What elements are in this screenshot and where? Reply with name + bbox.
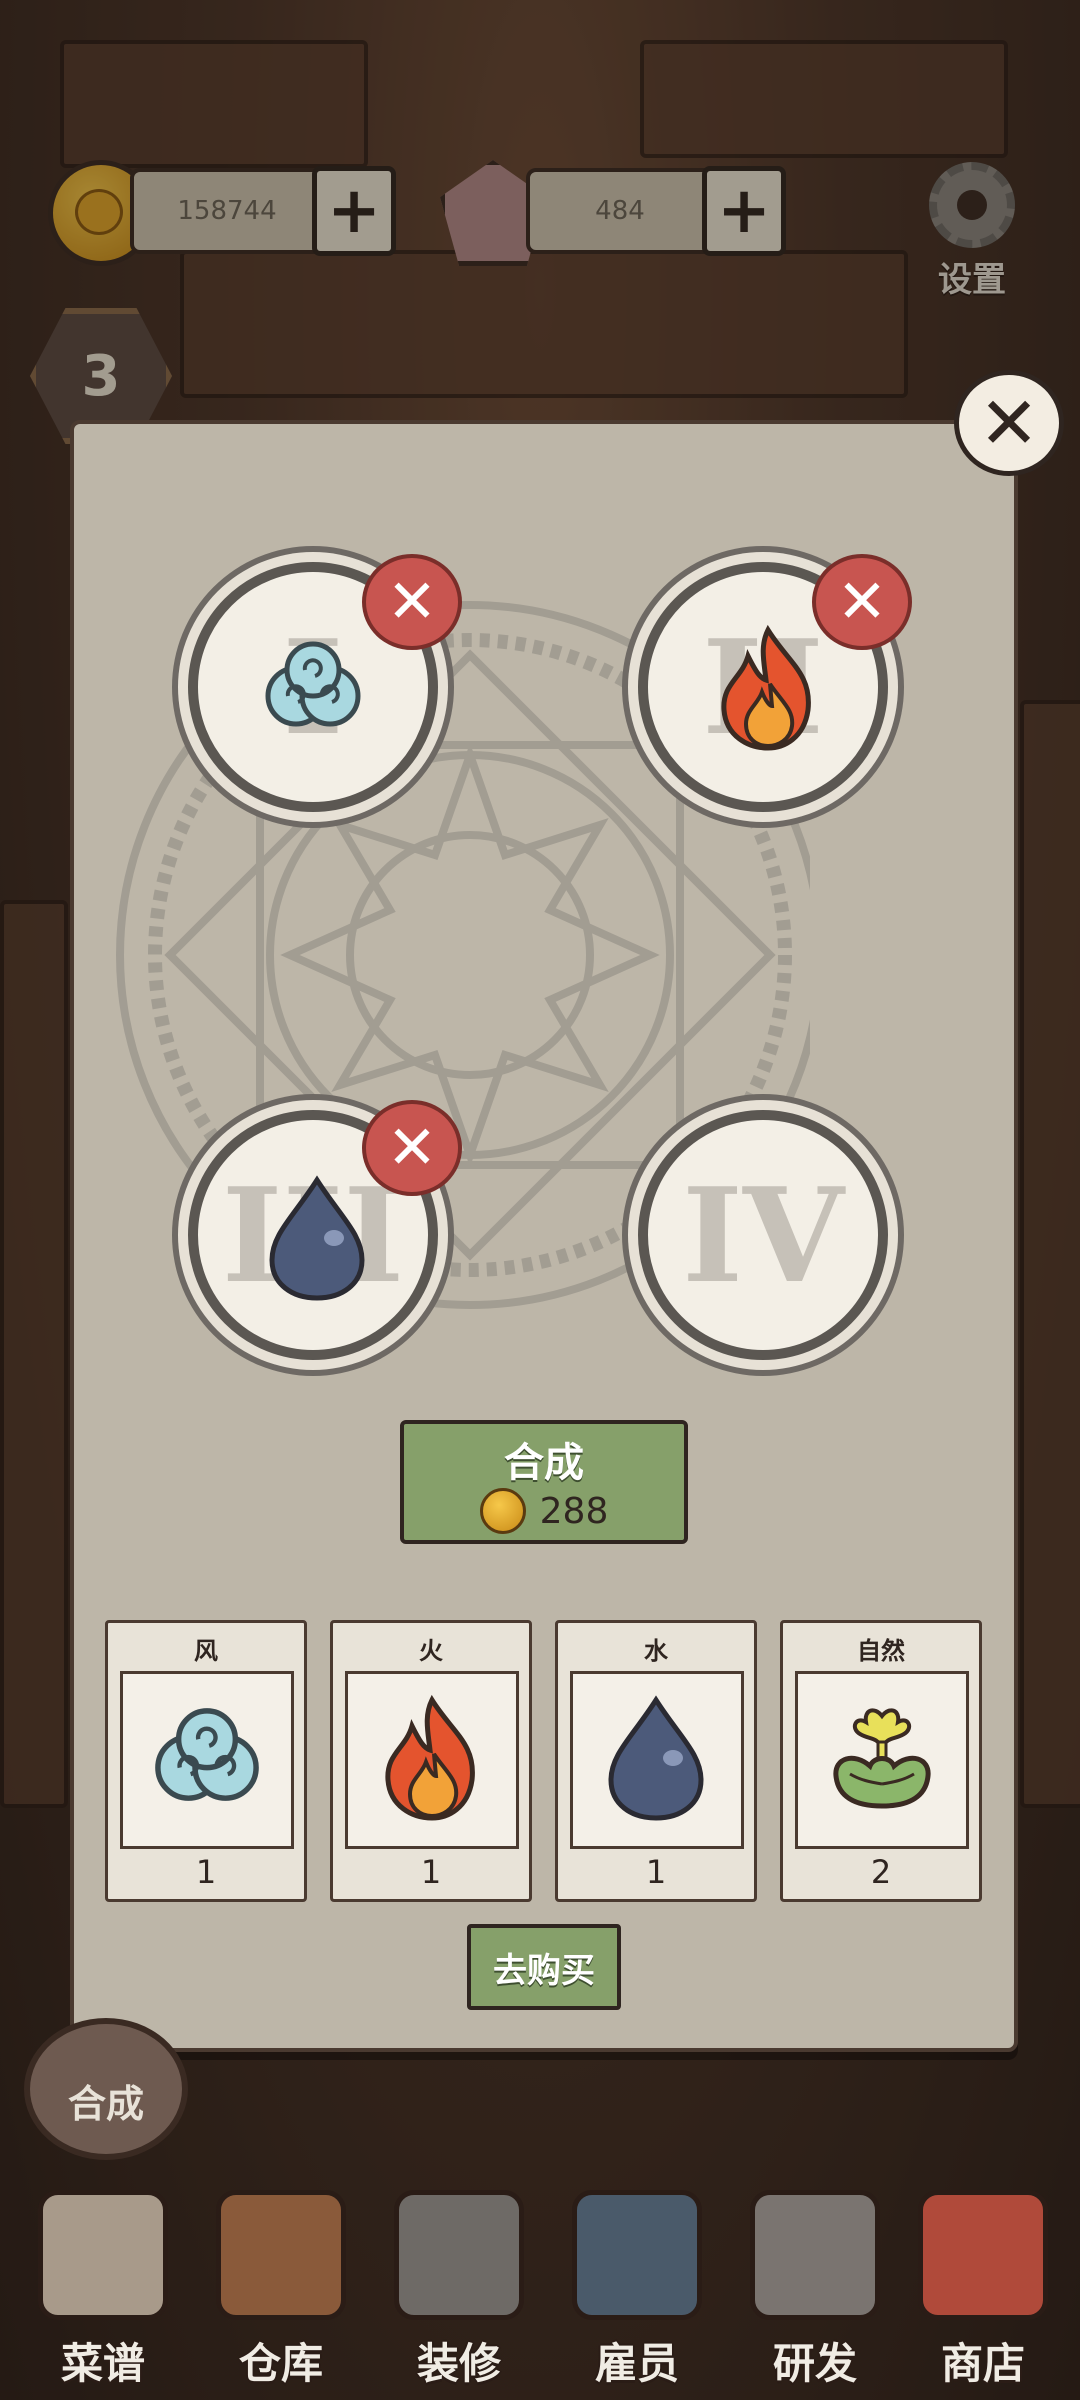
card-image	[795, 1671, 969, 1849]
wind-icon	[265, 641, 361, 727]
card-name: 自然	[857, 1637, 905, 1665]
remove-slot-2-button[interactable]: ✕	[812, 554, 912, 650]
nav-shop[interactable]: 商店	[898, 2190, 1068, 2390]
bottom-navigation: 菜谱 仓库 装修 雇员 研发 商店	[0, 2180, 1080, 2400]
nav-label: 研发	[772, 2339, 857, 2388]
slot-4-empty[interactable]: IV	[638, 1110, 888, 1360]
synthesize-cost-value: 288	[539, 1490, 609, 1532]
remove-slot-3-button[interactable]: ✕	[362, 1100, 462, 1196]
employee-portrait-icon	[572, 2190, 702, 2320]
card-count: 1	[645, 1853, 667, 1891]
inventory-card-nature[interactable]: 自然 2	[780, 1620, 982, 1902]
nav-research[interactable]: 研发	[730, 2190, 900, 2390]
nav-employees[interactable]: 雇员	[552, 2190, 722, 2390]
cauldron-icon	[750, 2190, 880, 2320]
card-image	[345, 1671, 519, 1849]
card-count: 1	[195, 1853, 217, 1891]
wind-icon	[155, 1708, 259, 1801]
nav-label: 装修	[416, 2339, 501, 2388]
synthesize-button[interactable]: 合成 288	[400, 1420, 688, 1544]
hammer-icon	[394, 2190, 524, 2320]
fire-icon	[385, 1694, 475, 1821]
remove-slot-1-button[interactable]: ✕	[362, 554, 462, 650]
card-name: 风	[194, 1637, 218, 1665]
coin-icon	[479, 1488, 526, 1534]
nav-warehouse[interactable]: 仓库	[196, 2190, 366, 2390]
shop-coin-bag-icon	[918, 2190, 1048, 2320]
inventory-card-water[interactable]: 水 1	[555, 1620, 757, 1902]
card-name: 火	[419, 1637, 443, 1665]
nav-label: 商店	[940, 2339, 1025, 2388]
nav-label: 菜谱	[60, 2339, 145, 2388]
nature-icon	[833, 1708, 931, 1809]
synthesize-cost: 288	[404, 1488, 684, 1534]
inventory-card-fire[interactable]: 火 1	[330, 1620, 532, 1902]
card-count: 2	[870, 1853, 892, 1891]
card-name: 水	[644, 1637, 668, 1665]
nav-label: 雇员	[594, 2339, 679, 2388]
fire-icon	[721, 624, 811, 751]
recipe-scroll-icon	[38, 2190, 168, 2320]
water-icon	[269, 1175, 365, 1301]
nav-decorate[interactable]: 装修	[374, 2190, 544, 2390]
nav-recipes[interactable]: 菜谱	[18, 2190, 188, 2390]
synthesis-shortcut-label: 合成	[67, 2082, 144, 2126]
card-image	[120, 1671, 294, 1849]
card-count: 1	[420, 1853, 442, 1891]
synthesize-label: 合成	[504, 1440, 584, 1486]
slot-numeral: IV	[682, 1158, 844, 1312]
inventory-card-wind[interactable]: 风 1	[105, 1620, 307, 1902]
close-dialog-button[interactable]: ✕	[954, 370, 1064, 476]
nav-label: 仓库	[238, 2339, 323, 2388]
water-icon	[608, 1695, 704, 1821]
card-image	[570, 1671, 744, 1849]
synthesis-shortcut-button[interactable]: 合成	[24, 2018, 188, 2160]
go-buy-button[interactable]: 去购买	[467, 1924, 621, 2010]
warehouse-cabinet-icon	[216, 2190, 346, 2320]
